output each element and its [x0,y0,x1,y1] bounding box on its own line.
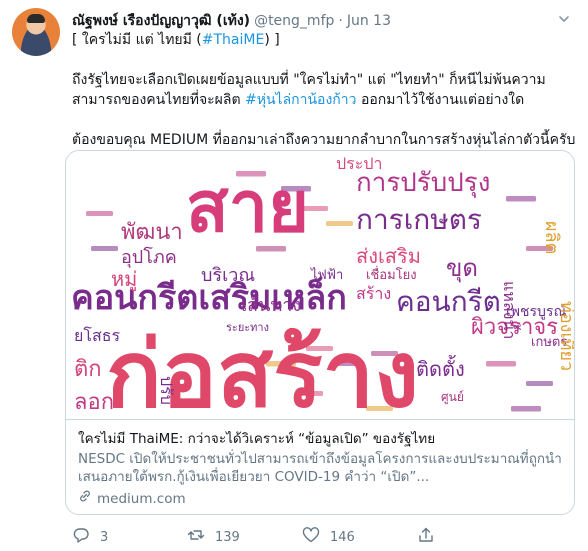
word-cloud-word: แหล่งน้ำ [500,281,521,339]
retweet-icon [187,526,205,548]
tweet[interactable]: ณัฐพงษ์ เรืองปัญญาวุฒิ (เท้ง) @teng_mfp … [0,0,588,551]
line1-prefix: [ ใครไม่มี แต่ ไทยมี ( [72,32,202,48]
word-cloud-word: เส้นทาง [241,295,301,316]
word-cloud-word: ยโสธร [74,326,121,345]
word-cloud-word: ท่องเที่ยว [556,301,574,371]
word-cloud-word: ขุด [446,254,478,283]
word-cloud-small-word [511,406,541,412]
word-cloud-word: คอนกรีต [396,285,501,318]
tweet-content: ณัฐพงษ์ เรืองปัญญาวุฒิ (เท้ง) @teng_mfp … [72,10,577,150]
card-domain-row: medium.com [78,489,562,508]
tweet-text-paragraph-2: ถึงรัฐไทยจะเลือกเปิดเผยข้อมูลแบบที่ "ใคร… [72,70,577,110]
word-cloud-small-word [326,221,353,226]
hashtag-thaime[interactable]: #ThaiME [202,32,265,48]
link-preview-card[interactable]: ก่อสร้าง สาย คอนกรีตเสริมเหล็ก การปรับปรุงก… [65,150,575,515]
tweet-actions: 3 139 146 [72,526,532,548]
word-cloud-small-word [86,211,113,216]
like-count: 146 [330,529,355,545]
word-cloud-word: ประปา [336,154,382,173]
word-cloud-word: สาย [186,166,309,248]
card-description: NESDC เปิดให้ประชาชนทั่วไปสามารถเข้าถึงข… [78,451,562,485]
word-cloud-word: ศูนย์ [441,390,464,405]
word-cloud-small-word [91,246,118,251]
word-cloud-word: การเกษตร [356,203,482,236]
tweet-text-line1: [ ใครไม่มี แต่ ไทยมี (#ThaiME) ] [72,30,577,50]
word-cloud-word: หมู่ [111,267,137,292]
share-button[interactable] [417,526,532,548]
word-cloud-svg: ก่อสร้างสายคอนกรีตเสริมเหล็กการปรับปรุงก… [71,154,574,419]
word-cloud-word: ระยะทาง [226,321,269,334]
word-cloud-small-word [506,196,536,202]
card-title: ใครไม่มี ThaiME: กว่าจะได้วิเคราะห์ “ข้อ… [78,431,436,447]
card-body[interactable]: ใครไม่มี ThaiME: กว่าจะได้วิเคราะห์ “ข้อ… [66,419,574,514]
word-cloud-word: ติก [74,357,102,382]
word-cloud-word: สร้าง [356,284,391,303]
card-domain: medium.com [97,490,186,507]
word-cloud-word: เชื่อมโยง [366,266,417,283]
word-cloud-word: ส่งเสริม [356,244,421,268]
retweet-button[interactable]: 139 [187,526,302,548]
word-cloud-word: ก่อสร้าง [106,321,419,419]
tweet-header: ณัฐพงษ์ เรืองปัญญาวุฒิ (เท้ง) @teng_mfp … [72,10,577,29]
link-icon [78,489,92,508]
retweet-count: 139 [215,529,240,545]
reply-count: 3 [100,529,109,545]
card-word-cloud-image[interactable]: ก่อสร้าง สาย คอนกรีตเสริมเหล็ก การปรับปรุงก… [66,151,574,419]
share-icon [417,526,435,548]
line1-suffix: ) ] [264,32,280,48]
caret-down-icon[interactable] [555,10,573,28]
author-handle[interactable]: @teng_mfp [254,13,334,29]
word-cloud-small-word [526,381,553,386]
word-cloud-word: ผลิต [541,221,562,254]
like-icon [302,526,320,548]
like-button[interactable]: 146 [302,526,417,548]
word-cloud-word: ปรับ [157,376,176,405]
word-cloud-word: ไฟฟ้า [310,267,343,283]
word-cloud-word: ติดตั้ง [416,355,465,381]
word-cloud-word: บริเวณ [201,265,255,286]
word-cloud-word: พัฒนา [121,220,183,245]
word-cloud-word: อุปโภค [121,246,177,268]
avatar[interactable] [12,8,60,56]
tweet-text-paragraph-3: ต้องขอบคุณ MEDIUM ที่ออกมาเล่าถึงความยาก… [72,132,576,148]
author-name[interactable]: ณัฐพงษ์ เรืองปัญญาวุฒิ (เท้ง) [72,10,250,32]
hashtag-scarecrow[interactable]: #หุ่นไล่กาน้องก้าว [245,92,357,108]
reply-icon [72,526,90,548]
reply-button[interactable]: 3 [72,526,187,548]
tweet-date[interactable]: Jun 13 [347,13,391,29]
word-cloud-small-word [486,361,516,367]
para2-text-b: ออกมาไว้ใช้งานแต่อย่างใด [356,92,525,108]
word-cloud-word: ลอก [74,390,114,415]
separator-dot: · [338,13,343,29]
